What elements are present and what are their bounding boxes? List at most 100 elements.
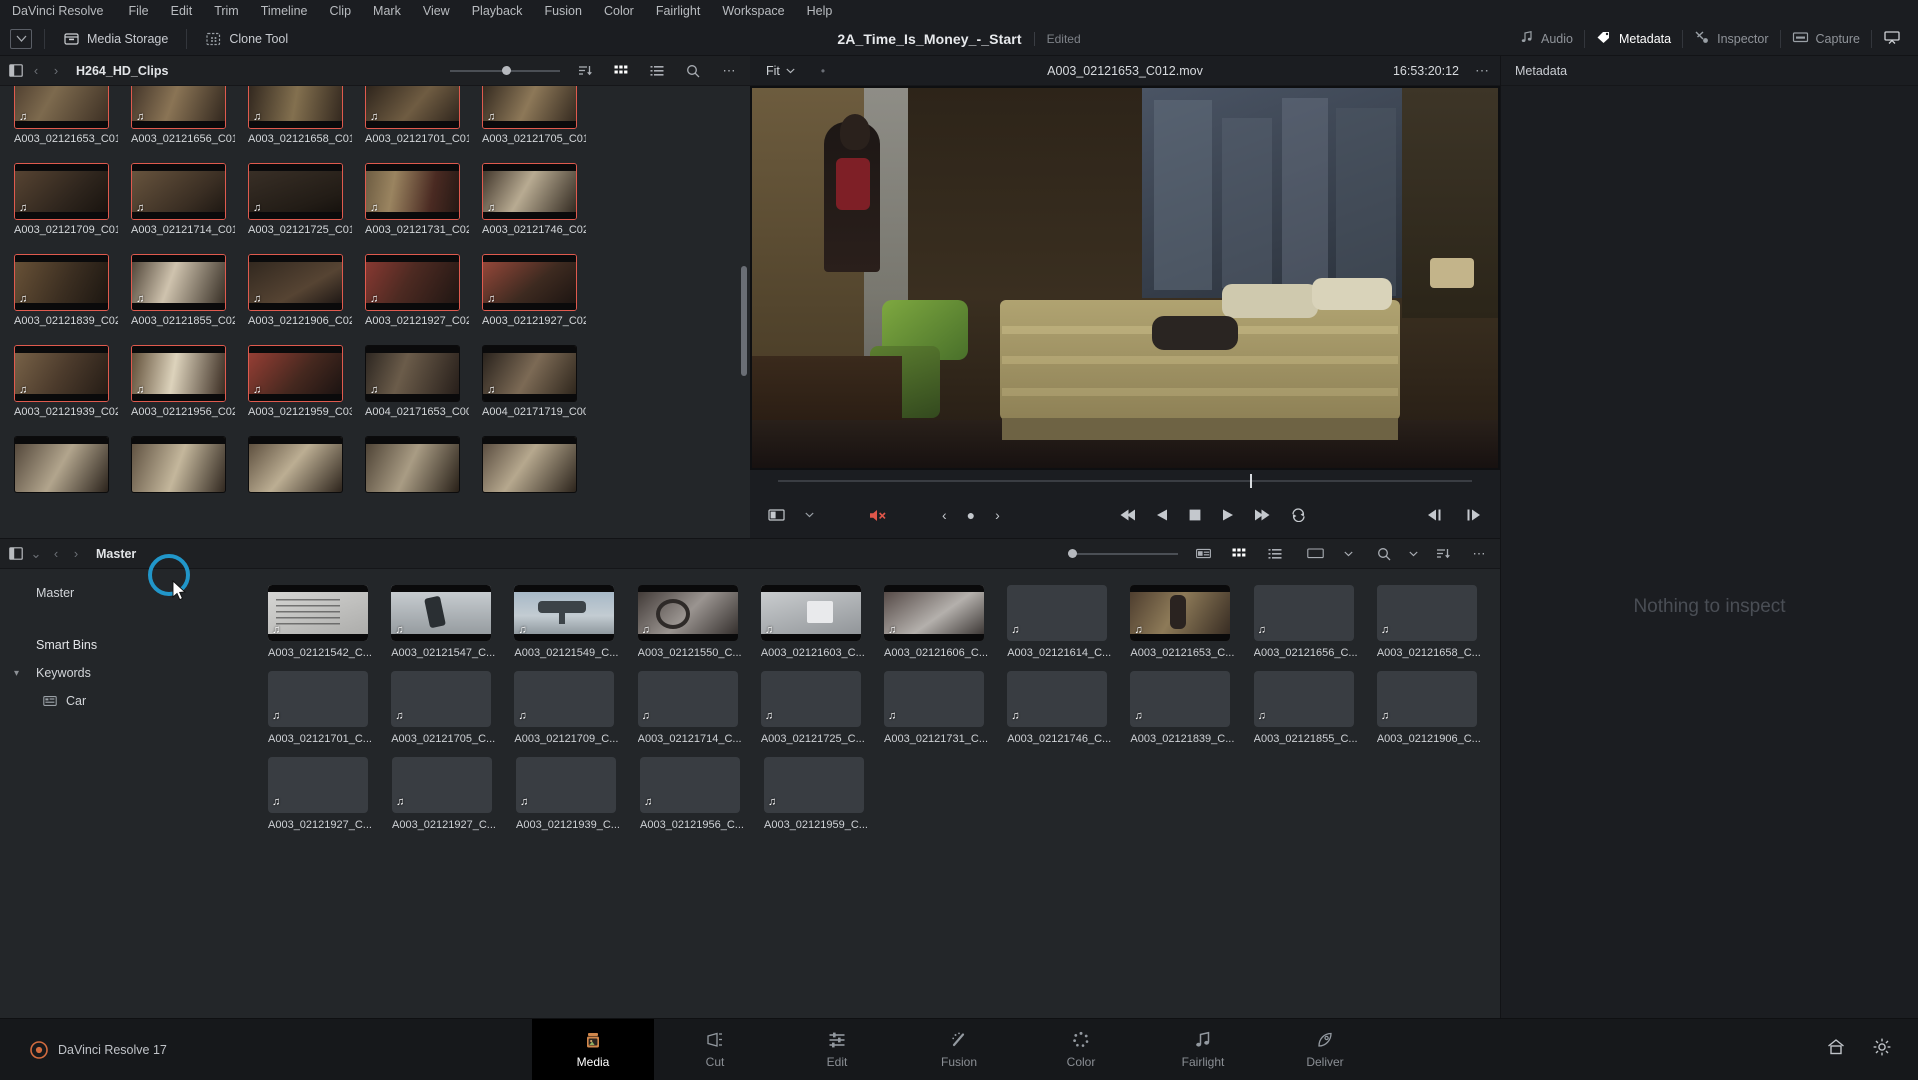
viewer-mode-icon[interactable] <box>768 508 785 522</box>
clip-thumbnail[interactable]: ♫ <box>1377 585 1477 641</box>
pool-clip[interactable]: ♫ A003_02121927_C... <box>268 757 392 831</box>
stop-button[interactable] <box>1188 508 1202 522</box>
storage-clip[interactable]: ♫ A003_02121705_C016... <box>482 86 599 145</box>
pool-clip[interactable]: ♫ A003_02121714_C... <box>638 671 761 745</box>
clone-tool-button[interactable]: Clone Tool <box>199 29 294 49</box>
storage-clip[interactable]: ♫ A003_02121939_C028... <box>14 345 131 418</box>
clip-thumbnail[interactable]: ♫ <box>392 757 492 813</box>
media-storage-button[interactable]: Media Storage <box>57 29 174 49</box>
menu-item-clip[interactable]: Clip <box>319 0 363 22</box>
page-button-fusion[interactable]: Fusion <box>898 1019 1020 1080</box>
clip-thumbnail[interactable]: ♫ <box>248 254 343 311</box>
menu-item-color[interactable]: Color <box>593 0 645 22</box>
pool-sort-icon[interactable] <box>1432 547 1454 560</box>
bin-group-keywords[interactable]: ▾ Keywords <box>0 659 248 687</box>
pool-clip[interactable]: ♫ A003_02121550_C... <box>638 585 761 659</box>
pool-clip[interactable]: ♫ A003_02121653_C... <box>1130 585 1253 659</box>
clip-thumbnail[interactable]: ♫ <box>482 86 577 129</box>
clip-thumbnail[interactable]: ♫ <box>365 86 460 129</box>
pool-clip[interactable]: ♫ A003_02121927_C... <box>392 757 516 831</box>
clip-thumbnail[interactable]: ♫ <box>248 345 343 402</box>
clip-thumbnail[interactable] <box>131 436 226 493</box>
sidebar-toggle-icon[interactable] <box>6 63 26 79</box>
storage-clip[interactable]: ♫ A003_02121855_C023... <box>131 254 248 327</box>
pool-clip[interactable]: ♫ A003_02121731_C... <box>884 671 1007 745</box>
chevron-down-icon[interactable] <box>805 512 814 518</box>
storage-clip[interactable]: ♫ A003_02121701_C015... <box>365 86 482 145</box>
clip-thumbnail[interactable]: ♫ <box>131 163 226 220</box>
viewer-options-dot[interactable]: • <box>821 64 825 78</box>
clip-thumbnail[interactable]: ♫ <box>764 757 864 813</box>
page-button-media[interactable]: Media <box>532 1019 654 1080</box>
pool-filmstrip-view-icon[interactable] <box>1192 547 1214 560</box>
search-icon[interactable] <box>682 64 704 78</box>
storage-clip[interactable]: ♫ A003_02121746_C021... <box>482 163 599 236</box>
storage-clip[interactable]: ♫ A003_02121656_C013... <box>131 86 248 145</box>
slider-knob[interactable] <box>1068 549 1077 558</box>
pool-search-icon[interactable] <box>1373 547 1395 561</box>
jump-to-end-button[interactable] <box>1253 508 1272 522</box>
project-manager-button[interactable] <box>10 29 32 49</box>
storage-clip[interactable]: ♫ A003_02121731_C020... <box>365 163 482 236</box>
clip-thumbnail[interactable]: ♫ <box>514 585 614 641</box>
clip-thumbnail[interactable] <box>248 436 343 493</box>
viewer-scrubber-bar[interactable] <box>750 470 1500 492</box>
layout-preset-button[interactable] <box>1872 27 1912 51</box>
clip-thumbnail[interactable]: ♫ <box>14 345 109 402</box>
pool-clip[interactable]: ♫ A003_02121656_C... <box>1254 585 1377 659</box>
thumbnail-size-slider[interactable] <box>450 70 560 72</box>
clip-thumbnail[interactable]: ♫ <box>638 671 738 727</box>
clip-thumbnail[interactable]: ♫ <box>365 163 460 220</box>
clip-thumbnail[interactable]: ♫ <box>640 757 740 813</box>
clip-thumbnail[interactable]: ♫ <box>248 163 343 220</box>
storage-clip[interactable]: ♫ A004_02171653_C003... <box>365 345 482 418</box>
play-reverse-button[interactable] <box>1155 508 1170 522</box>
marker-add-icon[interactable]: ● <box>967 507 975 523</box>
clip-thumbnail[interactable]: ♫ <box>365 254 460 311</box>
clip-thumbnail[interactable]: ♫ <box>268 585 368 641</box>
menu-item-help[interactable]: Help <box>796 0 844 22</box>
media-storage-grid[interactable]: ♫ A003_02121653_C012... ♫ A003_ <box>0 86 750 538</box>
pool-clip[interactable]: ♫ A003_02121549_C... <box>514 585 637 659</box>
pool-clip[interactable]: ♫ A003_02121939_C... <box>516 757 640 831</box>
capture-panel-button[interactable]: Capture <box>1781 27 1871 50</box>
page-button-deliver[interactable]: Deliver <box>1264 1019 1386 1080</box>
menu-item-trim[interactable]: Trim <box>203 0 250 22</box>
menu-item-timeline[interactable]: Timeline <box>250 0 319 22</box>
pool-clip[interactable]: ♫ A003_02121542_C... <box>268 585 391 659</box>
storage-clip[interactable] <box>131 436 248 493</box>
clip-thumbnail[interactable]: ♫ <box>1130 671 1230 727</box>
append-to-timeline-button[interactable] <box>1426 508 1443 522</box>
bin-item-car[interactable]: Car <box>0 687 248 715</box>
pool-clip[interactable]: ♫ A003_02121906_C... <box>1377 671 1500 745</box>
pool-clip[interactable]: ♫ A003_02121606_C... <box>884 585 1007 659</box>
pool-clip[interactable]: ♫ A003_02121746_C... <box>1007 671 1130 745</box>
chevron-down-icon[interactable] <box>1409 551 1418 557</box>
clip-thumbnail[interactable]: ♫ <box>1007 671 1107 727</box>
storage-clip[interactable]: ♫ A003_02121653_C012... <box>14 86 131 145</box>
clip-thumbnail[interactable]: ♫ <box>482 345 577 402</box>
clip-thumbnail[interactable]: ♫ <box>1254 585 1354 641</box>
clip-thumbnail[interactable]: ♫ <box>268 757 368 813</box>
clip-thumbnail[interactable]: ♫ <box>516 757 616 813</box>
storage-clip[interactable]: ♫ A003_02121725_C019... <box>248 163 365 236</box>
clip-thumbnail[interactable]: ♫ <box>761 585 861 641</box>
menu-item-davinci-resolve[interactable]: DaVinci Resolve <box>8 0 117 22</box>
pool-clip[interactable]: ♫ A003_02121709_C... <box>514 671 637 745</box>
scrubber-track[interactable] <box>778 480 1472 482</box>
menu-item-view[interactable]: View <box>412 0 461 22</box>
smart-bins-header[interactable]: Smart Bins <box>0 631 248 659</box>
mute-audio-icon[interactable] <box>868 508 888 523</box>
menu-item-fusion[interactable]: Fusion <box>533 0 593 22</box>
bin-item-master[interactable]: Master <box>0 579 248 607</box>
sort-icon[interactable] <box>574 64 596 77</box>
nav-back-button[interactable]: ‹ <box>26 63 46 78</box>
loop-button[interactable] <box>1290 508 1307 522</box>
playhead[interactable] <box>1250 474 1252 488</box>
pool-clip[interactable]: ♫ A003_02121614_C... <box>1007 585 1130 659</box>
storage-clip[interactable]: ♫ A003_02121927_C027... <box>482 254 599 327</box>
pool-clip[interactable]: ♫ A003_02121956_C... <box>640 757 764 831</box>
chevron-down-icon[interactable] <box>1344 551 1353 557</box>
pool-clip[interactable]: ♫ A003_02121547_C... <box>391 585 514 659</box>
storage-clip[interactable]: ♫ A004_02171719_C007... <box>482 345 599 418</box>
